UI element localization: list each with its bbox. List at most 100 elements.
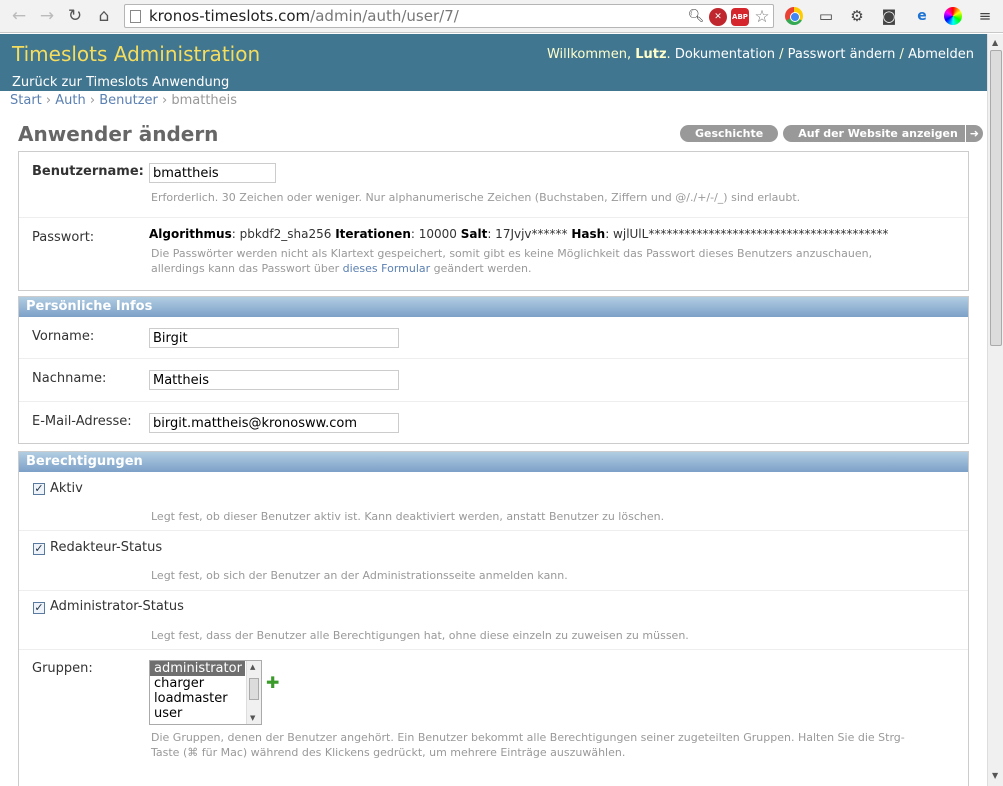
arrow-right-icon: ➜ xyxy=(964,125,979,142)
chrome-extension-icon[interactable] xyxy=(785,7,803,25)
site-branding: Timeslots Administration xyxy=(12,42,261,66)
group-option[interactable]: user xyxy=(150,706,261,721)
page-scrollbar[interactable]: ▲ ▼ xyxy=(987,34,1003,786)
reload-icon[interactable]: ↻ xyxy=(64,5,86,27)
pwd-salt-label: Salt xyxy=(460,227,488,241)
superuser-row: ✓ Administrator-Status Legt fest, dass d… xyxy=(19,591,968,650)
last-name-label: Nachname: xyxy=(32,371,107,386)
email-input[interactable] xyxy=(149,413,399,433)
browser-toolbar: ← → ↻ ⌂ kronos-timeslots.com/admin/auth/… xyxy=(0,0,1003,33)
permissions-heading: Berechtigungen xyxy=(19,452,968,472)
breadcrumb-separator: › xyxy=(162,93,168,108)
back-to-app-link[interactable]: Zurück zur Timeslots Anwendung xyxy=(12,75,229,90)
home-icon[interactable]: ⌂ xyxy=(93,5,115,27)
scroll-thumb[interactable] xyxy=(249,678,259,700)
group-option[interactable]: charger xyxy=(150,676,261,691)
page-scroll-thumb[interactable] xyxy=(990,50,1002,346)
password-hash-summary: Algorithmus: pbkdf2_sha256 Iterationen: … xyxy=(149,227,888,241)
scroll-down-icon[interactable]: ▼ xyxy=(992,771,998,780)
change-password-link[interactable]: Passwort ändern xyxy=(788,47,896,62)
pwd-hash-label: Hash xyxy=(571,227,606,241)
add-group-plus-icon[interactable]: ✚ xyxy=(266,675,279,691)
groups-scrollbar[interactable]: ▲ ▼ xyxy=(246,661,261,724)
last-name-input[interactable] xyxy=(149,370,399,390)
password-help-line2: allerdings kann das Passwort über xyxy=(151,262,343,275)
menu-icon[interactable]: ≡ xyxy=(974,5,996,27)
group-option[interactable]: administrator xyxy=(150,661,245,676)
address-url[interactable]: kronos-timeslots.com/admin/auth/user/7/ xyxy=(149,7,459,25)
active-label[interactable]: Aktiv xyxy=(50,481,83,496)
breadcrumb-users[interactable]: Benutzer xyxy=(99,93,158,108)
pwd-iterations: : 10000 xyxy=(410,227,461,241)
superuser-label[interactable]: Administrator-Status xyxy=(50,599,184,614)
groups-row: Gruppen: administrator charger loadmaste… xyxy=(19,650,968,775)
back-arrow-icon[interactable]: ← xyxy=(8,5,30,27)
breadcrumb-start[interactable]: Start xyxy=(10,93,42,108)
staff-checkbox[interactable]: ✓ xyxy=(33,543,45,555)
page-title: Anwender ändern xyxy=(18,122,219,146)
first-name-row: Vorname: xyxy=(19,317,968,359)
color-picker-icon[interactable] xyxy=(944,7,962,25)
ie-tab-icon[interactable]: e xyxy=(911,5,933,27)
welcome-text: Willkommen, xyxy=(546,47,636,62)
breadcrumb-auth[interactable]: Auth xyxy=(55,93,85,108)
address-bar[interactable]: kronos-timeslots.com/admin/auth/user/7/ … xyxy=(124,4,774,28)
staff-help: Legt fest, ob sich der Benutzer an der A… xyxy=(151,569,568,582)
groups-label: Gruppen: xyxy=(32,661,93,676)
reader-extension-icon[interactable]: ▭ xyxy=(815,5,837,27)
password-form-link[interactable]: dieses Formular xyxy=(343,262,431,275)
first-name-input[interactable] xyxy=(149,328,399,348)
logout-link[interactable]: Abmelden xyxy=(908,47,974,62)
last-name-row: Nachname: xyxy=(19,359,968,402)
adblock-icon[interactable]: ABP xyxy=(731,8,749,26)
permissions-fieldset: Berechtigungen ✓ Aktiv Legt fest, ob die… xyxy=(18,451,969,786)
group-option[interactable]: loadmaster xyxy=(150,691,261,706)
breadcrumb-current: bmattheis xyxy=(171,93,238,108)
password-row: Passwort: Algorithmus: pbkdf2_sha256 Ite… xyxy=(19,218,968,290)
username-display: Lutz xyxy=(635,47,667,62)
pwd-iterations-label: Iterationen xyxy=(335,227,411,241)
history-button[interactable]: Geschichte xyxy=(680,125,779,142)
email-label: E-Mail-Adresse: xyxy=(32,414,132,429)
breadcrumb: Start › Auth › Benutzer › bmattheis xyxy=(0,91,987,111)
view-on-site-button[interactable]: Auf der Website anzeigen ➜ xyxy=(783,125,983,142)
email-row: E-Mail-Adresse: xyxy=(19,402,968,443)
incognito-extension-icon[interactable]: ◙ xyxy=(878,5,900,27)
scroll-up-icon[interactable]: ▲ xyxy=(992,38,998,47)
personal-info-heading: Persönliche Infos xyxy=(19,297,968,317)
username-row: Benutzername: Erforderlich. 30 Zeichen o… xyxy=(19,152,968,218)
breadcrumb-separator: › xyxy=(89,93,96,108)
username-label: Benutzername: xyxy=(32,164,144,179)
forward-arrow-icon[interactable]: → xyxy=(36,5,58,27)
username-input[interactable] xyxy=(149,163,276,183)
groups-help-line2: Taste (⌘ für Mac) während des Klickens g… xyxy=(151,746,626,759)
password-help-line2-end: geändert werden. xyxy=(430,262,532,275)
page-icon xyxy=(130,10,141,23)
breadcrumb-separator: › xyxy=(45,93,52,108)
settings-gear-icon[interactable]: ⚙ xyxy=(846,5,868,27)
active-row: ✓ Aktiv Legt fest, ob dieser Benutzer ak… xyxy=(19,472,968,531)
pwd-algorithm-label: Algorithmus xyxy=(149,227,232,241)
staff-label[interactable]: Redakteur-Status xyxy=(50,540,162,555)
scroll-down-icon[interactable]: ▼ xyxy=(250,714,255,722)
view-on-site-label: Auf der Website anzeigen xyxy=(798,127,958,140)
scroll-up-icon[interactable]: ▲ xyxy=(250,663,255,671)
password-help: Die Passwörter werden nicht als Klartext… xyxy=(151,246,872,276)
personal-info-fieldset: Persönliche Infos Vorname: Nachname: E-M… xyxy=(18,296,969,444)
blocked-icon[interactable]: ✕ xyxy=(709,8,727,26)
bookmark-star-icon[interactable]: ☆ xyxy=(753,8,771,26)
first-name-label: Vorname: xyxy=(32,329,95,344)
documentation-link[interactable]: Dokumentation xyxy=(675,47,775,62)
superuser-checkbox[interactable]: ✓ xyxy=(33,602,45,614)
user-tools: Willkommen, Lutz. Dokumentation / Passwo… xyxy=(546,47,974,62)
groups-select[interactable]: administrator charger loadmaster user ▲ … xyxy=(149,660,262,725)
groups-help: Die Gruppen, denen der Benutzer angehört… xyxy=(151,730,905,760)
pwd-algorithm: : pbkdf2_sha256 xyxy=(231,227,336,241)
zoom-icon[interactable]: 🔍︎ xyxy=(687,8,705,26)
username-help: Erforderlich. 30 Zeichen oder weniger. N… xyxy=(151,191,801,204)
active-checkbox[interactable]: ✓ xyxy=(33,483,45,495)
groups-help-line1: Die Gruppen, denen der Benutzer angehört… xyxy=(151,731,905,744)
admin-header: Timeslots Administration Zurück zur Time… xyxy=(0,34,987,91)
password-help-line1: Die Passwörter werden nicht als Klartext… xyxy=(151,247,873,260)
password-label: Passwort: xyxy=(32,230,95,245)
